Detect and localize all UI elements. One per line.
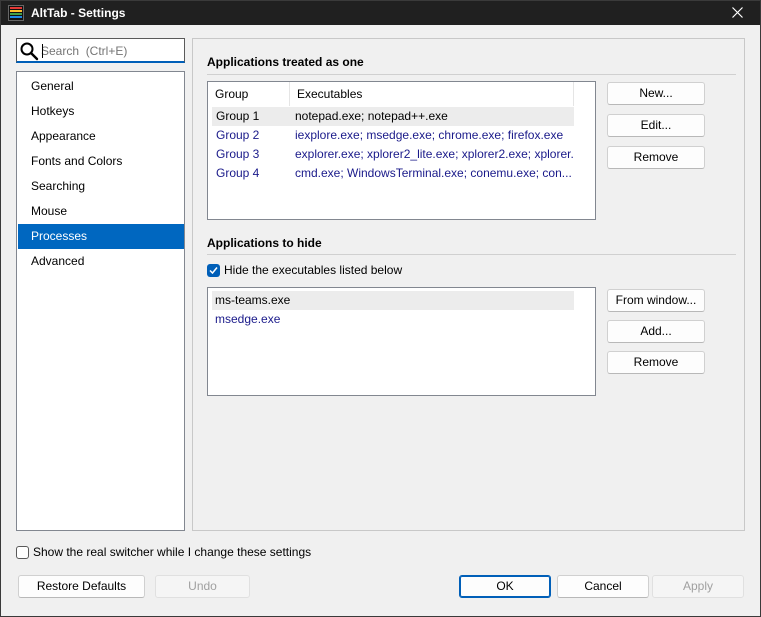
show-real-switcher-label[interactable]: Show the real switcher while I change th… [33,545,311,559]
alttab-app-icon [8,5,24,21]
group-executables: cmd.exe; WindowsTerminal.exe; conemu.exe… [295,166,572,180]
text-caret [42,44,43,58]
sidebar-item-appearance[interactable]: Appearance [18,124,184,149]
group-name: Group 3 [216,147,260,161]
list-item[interactable]: msedge.exe [212,310,574,329]
table-row[interactable]: Group 2 iexplore.exe; msedge.exe; chrome… [212,126,574,145]
title-bar[interactable]: AltTab - Settings [1,1,760,25]
settings-window: AltTab - Settings General Hotkeys Appear… [0,0,761,617]
sidebar-item-processes[interactable]: Processes [18,224,184,249]
apply-button[interactable]: Apply [652,575,744,598]
settings-category-list[interactable]: General Hotkeys Appearance Fonts and Col… [16,71,185,531]
sidebar-item-fonts-and-colors[interactable]: Fonts and Colors [18,149,184,174]
groups-section-title: Applications treated as one [207,55,364,69]
hide-executables-checkbox[interactable] [207,264,220,277]
search-input[interactable] [41,42,181,59]
groups-section-divider [207,74,736,75]
checkmark-icon [209,267,218,275]
sidebar-item-advanced[interactable]: Advanced [18,249,184,274]
from-window-button[interactable]: From window... [607,289,705,312]
column-header-group[interactable]: Group [208,82,290,106]
window-title: AltTab - Settings [31,6,126,20]
group-executables: explorer.exe; xplorer2_lite.exe; xplorer… [295,147,573,161]
groups-list[interactable]: Group Executables Group 1 notepad.exe; n… [207,81,596,220]
sidebar-item-general[interactable]: General [18,74,184,99]
table-row[interactable]: Group 1 notepad.exe; notepad++.exe [212,107,574,126]
search-icon [20,42,39,61]
group-name: Group 1 [216,109,260,123]
processes-panel: Applications treated as one Group Execut… [192,38,745,531]
ok-button[interactable]: OK [459,575,551,598]
sidebar-item-hotkeys[interactable]: Hotkeys [18,99,184,124]
sidebar-item-searching[interactable]: Searching [18,174,184,199]
close-button[interactable] [716,1,760,25]
column-header-executables[interactable]: Executables [290,82,574,106]
sidebar-item-mouse[interactable]: Mouse [18,199,184,224]
cancel-button[interactable]: Cancel [557,575,649,598]
group-executables: iexplore.exe; msedge.exe; chrome.exe; fi… [295,128,564,142]
undo-button[interactable]: Undo [155,575,250,598]
edit-group-button[interactable]: Edit... [607,114,705,137]
show-real-switcher-checkbox[interactable] [16,546,29,559]
add-app-button[interactable]: Add... [607,320,705,343]
search-box[interactable] [16,38,185,63]
hide-executables-label[interactable]: Hide the executables listed below [224,263,402,277]
group-executables: notepad.exe; notepad++.exe [295,109,448,123]
table-row[interactable]: Group 4 cmd.exe; WindowsTerminal.exe; co… [212,164,574,183]
hide-section-title: Applications to hide [207,236,322,250]
list-item[interactable]: ms-teams.exe [212,291,574,310]
new-group-button[interactable]: New... [607,82,705,105]
group-name: Group 2 [216,128,260,142]
group-name: Group 4 [216,166,260,180]
remove-group-button[interactable]: Remove [607,146,705,169]
hidden-apps-list[interactable]: ms-teams.exe msedge.exe [207,287,596,396]
restore-defaults-button[interactable]: Restore Defaults [18,575,145,598]
close-icon [732,7,743,18]
hide-section-divider [207,254,736,255]
table-row[interactable]: Group 3 explorer.exe; xplorer2_lite.exe;… [212,145,574,164]
remove-app-button[interactable]: Remove [607,351,705,374]
